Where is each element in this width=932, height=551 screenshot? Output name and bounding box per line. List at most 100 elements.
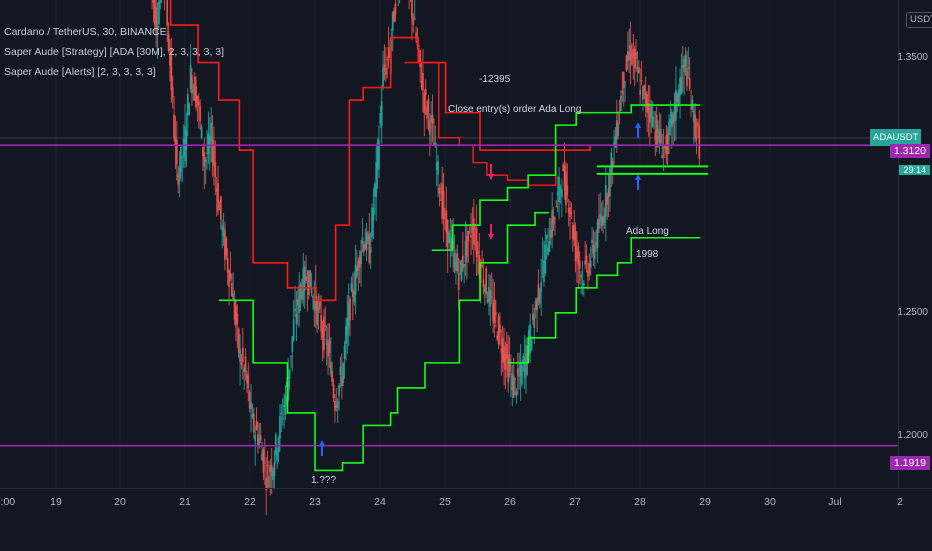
candle-body [635,52,637,59]
candle-body [349,298,351,321]
candle-body [309,270,312,287]
candle-body [621,91,624,94]
countdown-tag: 29:14 [899,165,930,175]
candle-body [214,162,217,177]
y-tick-label: 1.2000 [897,430,928,441]
x-tick-label: 30 [764,496,776,508]
candle-body [217,182,219,211]
candle-body [241,347,244,362]
candle-body [175,139,178,165]
candle-body [294,308,296,312]
currency-unit-badge[interactable]: USDT [906,12,932,28]
candle-body [514,378,516,380]
candle-body [332,384,335,398]
candle-body [281,417,284,419]
candle-body [382,67,384,87]
candle-body [582,282,585,287]
candle-body [328,340,331,353]
candle-body [292,319,295,340]
candle-body [489,289,492,307]
x-tick-label: 06:00 [0,496,16,508]
candle-body [477,250,479,255]
candle-body [419,50,422,68]
time-axis[interactable] [0,488,932,551]
candle-body [639,90,642,95]
candle-body [244,356,247,373]
candle-body [204,160,207,162]
candle-body [544,244,547,274]
candle-body [653,117,655,119]
candle-body [197,101,200,106]
candle-body [180,146,182,173]
candle-body [219,196,222,220]
candle-body [516,368,519,376]
candle-body [266,465,269,467]
candle-body [323,316,325,351]
candle-body [659,128,662,144]
candle-body [538,291,541,304]
current-price-tag: 1.3120 [889,144,930,158]
candle-body [247,375,250,389]
candle-body [684,54,687,68]
candle-body [490,296,493,298]
candle-body [171,86,174,98]
x-tick-label: 23 [309,496,321,508]
x-tick-label: 29 [699,496,711,508]
candle-body [173,114,175,139]
candle-body [578,260,581,269]
candle-body [424,88,427,96]
candle-body [428,119,431,135]
candle-body [427,98,430,112]
candle-body [210,122,213,142]
candle-body [585,255,588,264]
candle-body [181,156,184,158]
candle-body [624,82,626,84]
legend-strategy: Saper Aude [Strategy] [ADA [30M], 2, 3, … [4,46,225,58]
candle-body [508,358,511,372]
bottom-marker-value: 1.??? [311,475,337,486]
candle-body [456,253,459,272]
candle-body [338,385,340,396]
candle-body [290,355,292,357]
x-tick-label: 22 [244,496,256,508]
candle-body [203,151,206,167]
candle-body [493,299,496,323]
ada-long-label: Ada Long [626,226,669,237]
close-entry-value: -12395 [479,74,511,85]
x-tick-label: 19 [50,496,62,508]
close-exit-arrow [488,164,494,180]
x-tick-label: 20 [114,496,126,508]
candle-body [312,296,314,298]
candle-body [200,126,203,138]
price-chart[interactable] [0,0,932,550]
x-tick-label: 2 [897,496,903,508]
candle-body [229,274,232,279]
candle-body [369,246,372,253]
candle-body [688,78,691,89]
candle-body [295,313,298,324]
candle-body [360,250,362,265]
candle-body [457,272,460,290]
candle-body [581,274,584,276]
candle-body [288,369,291,379]
candle-body [569,207,571,218]
candle-body [570,212,573,214]
candle-body [650,103,653,119]
candle-body [365,231,368,251]
candle-body [336,400,339,409]
candle-body [318,301,321,309]
legend-alerts: Saper Aude [Alerts] [2, 3, 3, 3, 3] [4,66,156,78]
candle-body [411,0,413,19]
level-price-tag: 1.1919 [889,456,930,470]
ada-long-value: 1998 [636,249,659,260]
candle-body [394,3,397,15]
candle-body [482,279,485,288]
candle-body [521,365,523,385]
y-tick-label: 1.2500 [897,307,928,318]
candle-body [263,462,266,464]
candle-body [284,395,287,415]
candle-body [255,420,258,430]
candle-body [279,415,281,439]
candle-body [239,348,241,362]
price-axis[interactable] [898,0,932,488]
